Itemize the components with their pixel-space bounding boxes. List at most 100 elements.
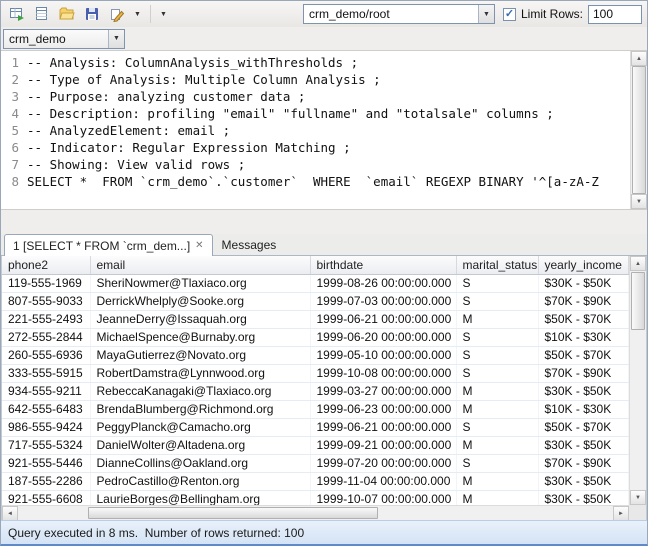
table-cell[interactable]: 921-555-6608 <box>2 490 90 505</box>
table-row[interactable]: 333-555-5915RobertDamstra@Lynnwood.org19… <box>2 364 629 382</box>
table-cell[interactable]: $30K - $50K <box>538 382 629 400</box>
table-cell[interactable]: $50K - $70K <box>538 310 629 328</box>
table-cell[interactable]: JeanneDerry@Issaquah.org <box>90 310 310 328</box>
table-row[interactable]: 807-555-9033DerrickWhelply@Sooke.org1999… <box>2 292 629 310</box>
table-cell[interactable]: 1999-06-20 00:00:00.000 <box>310 328 456 346</box>
sql-editor[interactable]: 1-- Analysis: ColumnAnalysis_withThresho… <box>1 50 647 210</box>
table-row[interactable]: 221-555-2493JeanneDerry@Issaquah.org1999… <box>2 310 629 328</box>
limit-rows-checkbox[interactable]: ✓ <box>503 8 516 21</box>
table-cell[interactable]: $30K - $50K <box>538 490 629 505</box>
table-cell[interactable]: 1999-05-10 00:00:00.000 <box>310 346 456 364</box>
table-row[interactable]: 717-555-5324DanielWolter@Altadena.org199… <box>2 436 629 454</box>
export-file-button[interactable] <box>31 3 53 25</box>
table-cell[interactable]: M <box>456 382 538 400</box>
table-cell[interactable]: $30K - $50K <box>538 472 629 490</box>
export-results-button[interactable] <box>6 3 28 25</box>
table-cell[interactable]: 221-555-2493 <box>2 310 90 328</box>
editor-vertical-scrollbar[interactable]: ▲ ▼ <box>630 51 647 209</box>
table-cell[interactable]: S <box>456 454 538 472</box>
hscroll-thumb[interactable] <box>88 507 378 519</box>
table-cell[interactable]: RebeccaKanagaki@Tlaxiaco.org <box>90 382 310 400</box>
table-row[interactable]: 921-555-6608LaurieBorges@Bellingham.org1… <box>2 490 629 505</box>
table-cell[interactable]: $10K - $30K <box>538 328 629 346</box>
hscroll-track[interactable] <box>18 506 613 520</box>
table-row[interactable]: 642-555-6483BrendaBlumberg@Richmond.org1… <box>2 400 629 418</box>
schema-combo[interactable]: crm_demo ▼ <box>3 29 125 49</box>
table-cell[interactable]: 986-555-9424 <box>2 418 90 436</box>
table-cell[interactable]: M <box>456 472 538 490</box>
table-cell[interactable]: 807-555-9033 <box>2 292 90 310</box>
table-row[interactable]: 119-555-1969SheriNowmer@Tlaxiaco.org1999… <box>2 274 629 292</box>
table-row[interactable]: 260-555-6936MayaGutierrez@Novato.org1999… <box>2 346 629 364</box>
table-cell[interactable]: $70K - $90K <box>538 454 629 472</box>
table-cell[interactable]: 642-555-6483 <box>2 400 90 418</box>
table-cell[interactable]: M <box>456 490 538 505</box>
column-header-email[interactable]: email <box>90 256 310 274</box>
table-cell[interactable]: S <box>456 328 538 346</box>
splitter-handle[interactable] <box>1 210 647 234</box>
table-cell[interactable]: 1999-06-23 00:00:00.000 <box>310 400 456 418</box>
results-horizontal-scrollbar[interactable]: ◄ ► <box>2 505 629 520</box>
table-cell[interactable]: 1999-10-07 00:00:00.000 <box>310 490 456 505</box>
table-cell[interactable]: $50K - $70K <box>538 418 629 436</box>
table-cell[interactable]: 1999-03-27 00:00:00.000 <box>310 382 456 400</box>
table-cell[interactable]: 1999-07-03 00:00:00.000 <box>310 292 456 310</box>
table-cell[interactable]: $10K - $30K <box>538 400 629 418</box>
table-cell[interactable]: PedroCastillo@Renton.org <box>90 472 310 490</box>
column-header-phone2[interactable]: phone2 <box>2 256 90 274</box>
table-cell[interactable]: $30K - $50K <box>538 436 629 454</box>
table-cell[interactable]: M <box>456 400 538 418</box>
table-row[interactable]: 934-555-9211RebeccaKanagaki@Tlaxiaco.org… <box>2 382 629 400</box>
table-cell[interactable]: MayaGutierrez@Novato.org <box>90 346 310 364</box>
table-cell[interactable]: S <box>456 364 538 382</box>
scroll-down-icon[interactable]: ▼ <box>630 490 646 505</box>
edit-button[interactable] <box>106 3 128 25</box>
table-cell[interactable]: 1999-07-20 00:00:00.000 <box>310 454 456 472</box>
table-cell[interactable]: 1999-09-21 00:00:00.000 <box>310 436 456 454</box>
results-vertical-scrollbar[interactable]: ▲ ▼ <box>629 256 646 505</box>
column-header-marital-status[interactable]: marital_status <box>456 256 538 274</box>
editor-scroll-track[interactable] <box>631 66 647 194</box>
save-button[interactable] <box>81 3 103 25</box>
table-cell[interactable]: RobertDamstra@Lynnwood.org <box>90 364 310 382</box>
table-cell[interactable]: 260-555-6936 <box>2 346 90 364</box>
table-cell[interactable]: 717-555-5324 <box>2 436 90 454</box>
table-cell[interactable]: BrendaBlumberg@Richmond.org <box>90 400 310 418</box>
table-cell[interactable]: 934-555-9211 <box>2 382 90 400</box>
table-cell[interactable]: DanielWolter@Altadena.org <box>90 436 310 454</box>
toolbar-menu-dropdown[interactable]: ▼ <box>157 11 170 18</box>
scroll-up-icon[interactable]: ▲ <box>631 51 647 66</box>
tab-messages[interactable]: Messages <box>213 234 286 255</box>
column-header-birthdate[interactable]: birthdate <box>310 256 456 274</box>
table-cell[interactable]: LaurieBorges@Bellingham.org <box>90 490 310 505</box>
limit-rows-input[interactable] <box>588 5 642 24</box>
results-scroll-thumb[interactable] <box>631 272 645 330</box>
scroll-right-icon[interactable]: ► <box>613 506 629 520</box>
table-cell[interactable]: 1999-06-21 00:00:00.000 <box>310 418 456 436</box>
table-cell[interactable]: MichaelSpence@Burnaby.org <box>90 328 310 346</box>
scroll-down-icon[interactable]: ▼ <box>631 194 647 209</box>
table-cell[interactable]: 1999-11-04 00:00:00.000 <box>310 472 456 490</box>
table-cell[interactable]: 1999-08-26 00:00:00.000 <box>310 274 456 292</box>
table-cell[interactable]: 333-555-5915 <box>2 364 90 382</box>
editor-scroll-thumb[interactable] <box>632 66 646 194</box>
table-row[interactable]: 272-555-2844MichaelSpence@Burnaby.org199… <box>2 328 629 346</box>
table-cell[interactable]: DianneCollins@Oakland.org <box>90 454 310 472</box>
table-row[interactable]: 921-555-5446DianneCollins@Oakland.org199… <box>2 454 629 472</box>
table-cell[interactable]: DerrickWhelply@Sooke.org <box>90 292 310 310</box>
table-cell[interactable]: $30K - $50K <box>538 274 629 292</box>
scroll-left-icon[interactable]: ◄ <box>2 506 18 520</box>
table-cell[interactable]: 272-555-2844 <box>2 328 90 346</box>
table-cell[interactable]: SheriNowmer@Tlaxiaco.org <box>90 274 310 292</box>
table-cell[interactable]: $50K - $70K <box>538 346 629 364</box>
table-cell[interactable]: 1999-10-08 00:00:00.000 <box>310 364 456 382</box>
table-cell[interactable]: M <box>456 436 538 454</box>
table-cell[interactable]: 119-555-1969 <box>2 274 90 292</box>
table-cell[interactable]: S <box>456 418 538 436</box>
column-header-yearly-income[interactable]: yearly_income <box>538 256 629 274</box>
connection-combo[interactable]: crm_demo/root ▼ <box>303 4 495 24</box>
open-file-button[interactable] <box>56 3 78 25</box>
table-cell[interactable]: 921-555-5446 <box>2 454 90 472</box>
table-cell[interactable]: S <box>456 346 538 364</box>
scroll-up-icon[interactable]: ▲ <box>630 256 646 271</box>
